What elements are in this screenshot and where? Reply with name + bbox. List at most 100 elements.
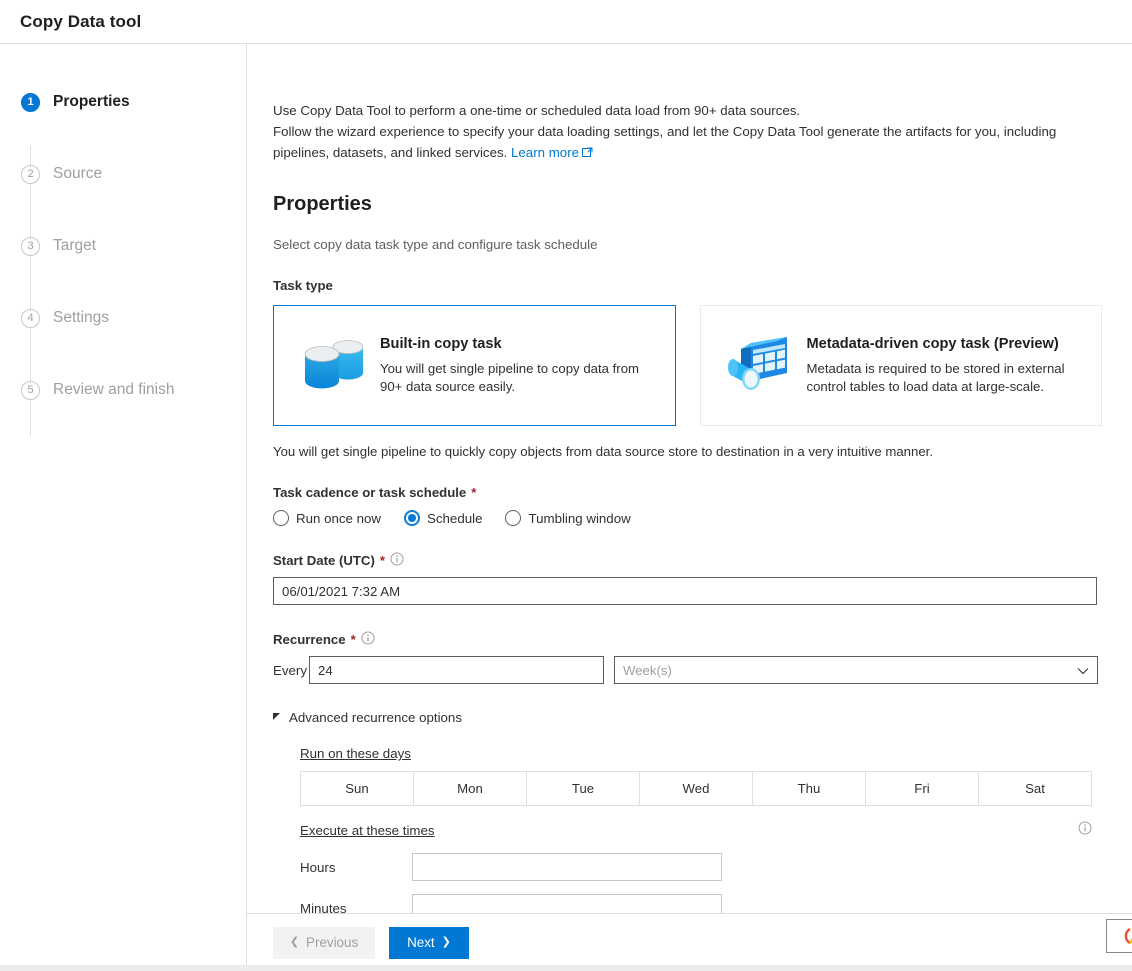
- recurrence-number-wrap: [309, 656, 604, 684]
- task-type-card-metadata-driven[interactable]: Metadata-driven copy task (Preview) Meta…: [699, 305, 1102, 426]
- cadence-required-mark: *: [471, 485, 477, 500]
- radio-schedule[interactable]: Schedule: [404, 510, 482, 526]
- feedback-arc-icon: [1124, 927, 1132, 945]
- day-cell-thu[interactable]: Thu: [753, 772, 866, 805]
- info-icon[interactable]: [1078, 821, 1092, 840]
- main-panel: Use Copy Data Tool to perform a one-time…: [247, 44, 1132, 971]
- task-type-card-metadata-text: Metadata-driven copy task (Preview) Meta…: [803, 336, 1069, 396]
- step-number-5: 5: [21, 380, 40, 400]
- advanced-recurrence-toggle[interactable]: Advanced recurrence options: [273, 710, 1102, 725]
- next-button-label: Next: [407, 935, 435, 950]
- recurrence-row: Every Week(s): [273, 656, 1102, 684]
- app-header: Copy Data tool: [0, 0, 1132, 44]
- recurrence-required-mark: *: [350, 632, 356, 647]
- task-type-cards: Built-in copy task You will get single p…: [273, 305, 1102, 426]
- wizard-footer: ❮ Previous Next ❯: [247, 913, 1132, 971]
- intro-line-1: Use Copy Data Tool to perform a one-time…: [273, 103, 801, 118]
- day-cell-sun[interactable]: Sun: [301, 772, 414, 805]
- chevron-down-icon: [1077, 663, 1089, 678]
- execute-at-these-times-link[interactable]: Execute at these times: [300, 823, 435, 838]
- minutes-input[interactable]: [412, 894, 722, 913]
- recurrence-every-label: Every: [273, 662, 307, 678]
- radio-label-tumbling: Tumbling window: [528, 510, 631, 526]
- minutes-label: Minutes: [300, 900, 347, 914]
- task-type-label-text: Task type: [273, 278, 333, 293]
- sidebar-step-label-settings: Settings: [53, 309, 110, 326]
- radio-label-schedule: Schedule: [427, 510, 483, 526]
- intro-line-3-text: pipelines, datasets, and linked services…: [273, 145, 508, 160]
- metadata-table-lens-icon: [717, 329, 803, 403]
- info-icon[interactable]: [390, 552, 404, 569]
- recurrence-label: Recurrence *: [273, 631, 1102, 648]
- info-icon[interactable]: [361, 631, 375, 648]
- sidebar-step-source[interactable]: 2 Source: [0, 138, 246, 210]
- hours-label: Hours: [300, 859, 336, 875]
- sidebar-step-target[interactable]: 3 Target: [0, 210, 246, 282]
- start-date-required-mark: *: [379, 553, 385, 568]
- chevron-left-icon: ❮: [289, 936, 300, 948]
- recurrence-unit-value: Week(s): [623, 662, 672, 678]
- execute-times-header-row: Execute at these times: [300, 821, 1092, 840]
- sidebar-step-label-source: Source: [53, 165, 103, 182]
- start-date-field-wrap: [273, 577, 1097, 605]
- main-content: Use Copy Data Tool to perform a one-time…: [247, 44, 1132, 913]
- radio-mark-tumbling: [505, 510, 522, 526]
- radio-label-run-once: Run once now: [296, 510, 382, 526]
- task-type-card-builtin-text: Built-in copy task You will get single p…: [376, 336, 642, 396]
- hours-row: Hours: [300, 853, 1102, 881]
- learn-more-link[interactable]: Learn more: [511, 145, 579, 160]
- run-on-days-heading-wrap: Run on these days: [300, 745, 1102, 763]
- radio-mark-schedule: [404, 510, 421, 526]
- page-title: Copy Data tool: [20, 11, 142, 31]
- cadence-radio-group: Run once now Schedule Tumbling window: [273, 510, 1102, 526]
- recurrence-number-input[interactable]: [309, 656, 604, 684]
- radio-run-once-now[interactable]: Run once now: [273, 510, 381, 526]
- cadence-label-text: Task cadence or task schedule: [273, 485, 467, 500]
- sidebar-step-label-target: Target: [53, 237, 97, 254]
- start-date-label: Start Date (UTC) *: [273, 552, 1102, 569]
- step-number-1: 1: [21, 92, 40, 112]
- sidebar-step-settings[interactable]: 4 Settings: [0, 282, 246, 354]
- properties-subtitle: Select copy data task type and configure…: [273, 237, 598, 252]
- cadence-label: Task cadence or task schedule *: [273, 485, 1102, 500]
- previous-button[interactable]: ❮ Previous: [273, 926, 375, 959]
- step-number-2: 2: [21, 164, 40, 184]
- step-number-4: 4: [21, 308, 40, 328]
- radio-tumbling-window[interactable]: Tumbling window: [505, 510, 631, 526]
- run-on-these-days-link[interactable]: Run on these days: [300, 746, 411, 761]
- chevron-right-icon: ❯: [441, 936, 451, 948]
- properties-heading: Properties: [273, 193, 372, 215]
- recurrence-unit-wrap: Week(s): [614, 656, 1098, 684]
- app-body: 1 Properties 2 Source 3 Target 4 Setting…: [0, 44, 1132, 971]
- sidebar-step-review-and-finish[interactable]: 5 Review and finish: [0, 354, 246, 426]
- sidebar-step-label-properties: Properties: [53, 93, 130, 110]
- recurrence-unit-select[interactable]: Week(s): [614, 656, 1098, 684]
- task-type-label: Task type: [273, 278, 1102, 293]
- day-cell-fri[interactable]: Fri: [866, 772, 979, 805]
- day-cell-wed[interactable]: Wed: [640, 772, 753, 805]
- task-type-hint: You will get single pipeline to quickly …: [273, 444, 933, 459]
- start-date-input[interactable]: [273, 577, 1097, 605]
- radio-mark-run-once: [273, 510, 289, 526]
- task-type-card-builtin[interactable]: Built-in copy task You will get single p…: [273, 305, 676, 426]
- day-cell-sat[interactable]: Sat: [979, 772, 1091, 805]
- task-type-card-builtin-desc: You will get single pipeline to copy dat…: [380, 360, 640, 394]
- bottom-strip: [0, 965, 1132, 971]
- task-type-card-metadata-desc: Metadata is required to be stored in ext…: [806, 360, 1065, 394]
- task-type-card-builtin-title: Built-in copy task: [380, 335, 502, 352]
- intro-line-2: Follow the wizard experience to specify …: [273, 124, 1057, 139]
- day-cell-mon[interactable]: Mon: [414, 772, 527, 805]
- task-type-card-metadata-title: Metadata-driven copy task (Preview): [806, 335, 1059, 352]
- help-feedback-widget[interactable]: [1106, 919, 1132, 953]
- hours-input[interactable]: [412, 853, 722, 881]
- day-cell-tue[interactable]: Tue: [527, 772, 640, 805]
- database-cylinders-icon: [290, 329, 376, 403]
- triangle-expanded-icon: [273, 712, 280, 720]
- advanced-recurrence-label: Advanced recurrence options: [289, 710, 462, 725]
- recurrence-label-text: Recurrence: [273, 632, 346, 647]
- external-link-icon: [582, 143, 593, 164]
- next-button[interactable]: Next ❯: [389, 926, 469, 959]
- days-of-week-table: Sun Mon Tue Wed Thu Fri Sat: [300, 771, 1092, 806]
- sidebar-step-properties[interactable]: 1 Properties: [0, 66, 246, 138]
- minutes-row: Minutes: [300, 894, 1102, 913]
